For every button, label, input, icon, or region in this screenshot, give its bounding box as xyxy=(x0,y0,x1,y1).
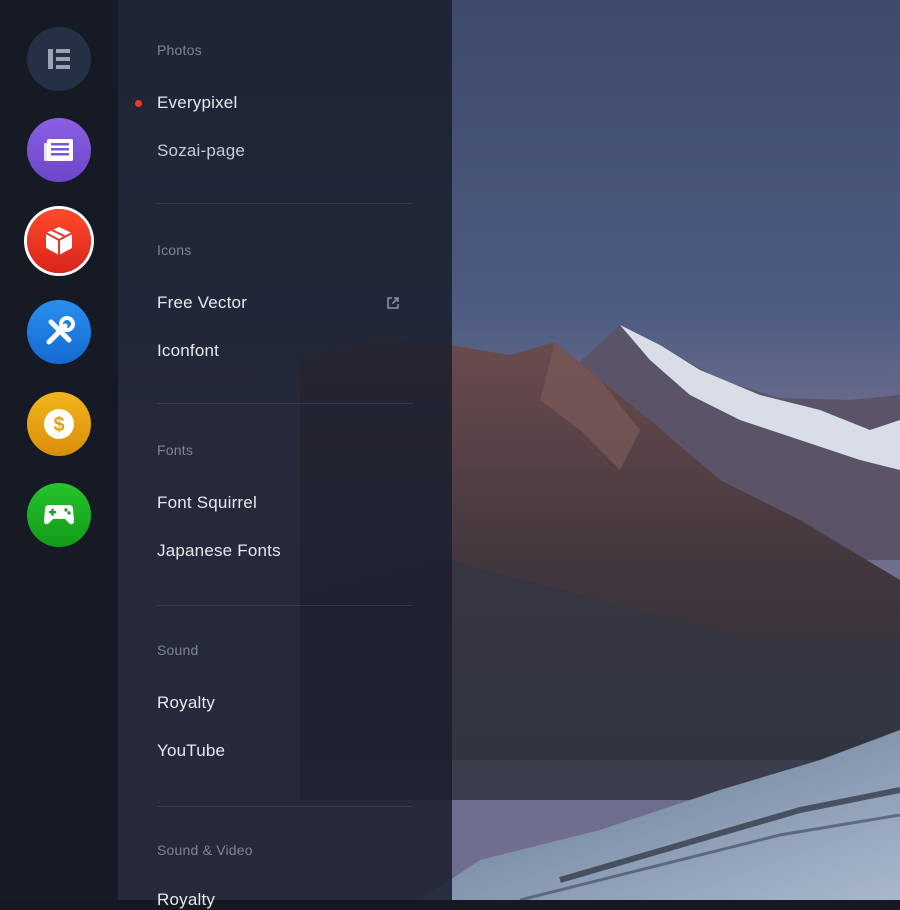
menu-item-font-squirrel[interactable]: Font Squirrel xyxy=(157,493,257,513)
menu-item-royalty[interactable]: Royalty xyxy=(157,693,215,713)
news-icon xyxy=(27,118,91,182)
gamepad-icon xyxy=(27,483,91,547)
menu-item-japanese-fonts[interactable]: Japanese Fonts xyxy=(157,541,281,561)
elementor-logo-icon xyxy=(27,27,91,91)
news-button[interactable] xyxy=(27,118,91,182)
section-label-fonts: Fonts xyxy=(157,442,194,458)
section-divider xyxy=(157,203,413,204)
resources-menu-panel: Photos Everypixel Sozai-page Icons Free … xyxy=(118,0,452,909)
elementor-logo-button[interactable] xyxy=(27,27,91,91)
svg-text:$: $ xyxy=(53,414,64,436)
menu-item-everypixel[interactable]: Everypixel xyxy=(157,93,237,113)
selected-indicator-dot xyxy=(135,100,142,107)
section-label-photos: Photos xyxy=(157,42,202,58)
tools-button[interactable] xyxy=(27,300,91,364)
games-button[interactable] xyxy=(27,483,91,547)
box-icon xyxy=(27,209,91,273)
menu-item-iconfont[interactable]: Iconfont xyxy=(157,341,219,361)
section-divider xyxy=(157,403,413,404)
app-icon-rail: $ xyxy=(0,0,118,900)
menu-item-sozai-page[interactable]: Sozai-page xyxy=(157,141,245,161)
menu-item-royalty-sound-video[interactable]: Royalty xyxy=(157,890,215,910)
tools-icon xyxy=(27,300,91,364)
section-divider xyxy=(157,806,413,807)
external-link-icon[interactable] xyxy=(385,295,401,316)
section-label-sound-video: Sound & Video xyxy=(157,842,253,858)
dollar-coin-icon: $ xyxy=(27,392,91,456)
section-divider xyxy=(157,605,413,606)
section-label-icons: Icons xyxy=(157,242,192,258)
pricing-button[interactable]: $ xyxy=(27,392,91,456)
menu-item-free-vector[interactable]: Free Vector xyxy=(157,293,247,313)
menu-item-youtube[interactable]: YouTube xyxy=(157,741,225,761)
resources-button[interactable] xyxy=(27,209,91,273)
section-label-sound: Sound xyxy=(157,642,199,658)
